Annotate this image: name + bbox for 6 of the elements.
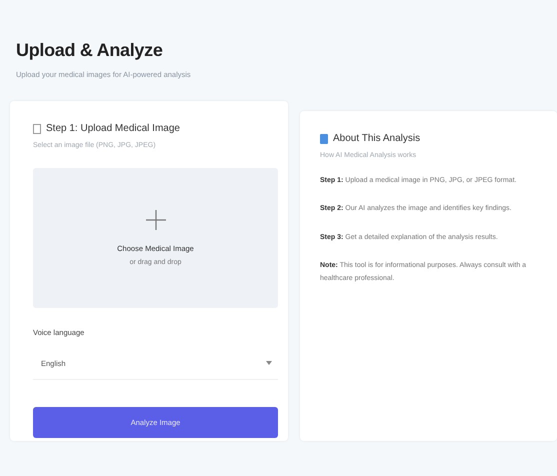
page-title: Upload & Analyze (16, 40, 164, 61)
card-title: About This Analysis (333, 133, 420, 144)
caret-icon (266, 361, 272, 365)
plus-icon (146, 210, 166, 230)
card-title: Step 1: Upload Medical Image (46, 123, 180, 134)
document-icon (33, 124, 41, 134)
